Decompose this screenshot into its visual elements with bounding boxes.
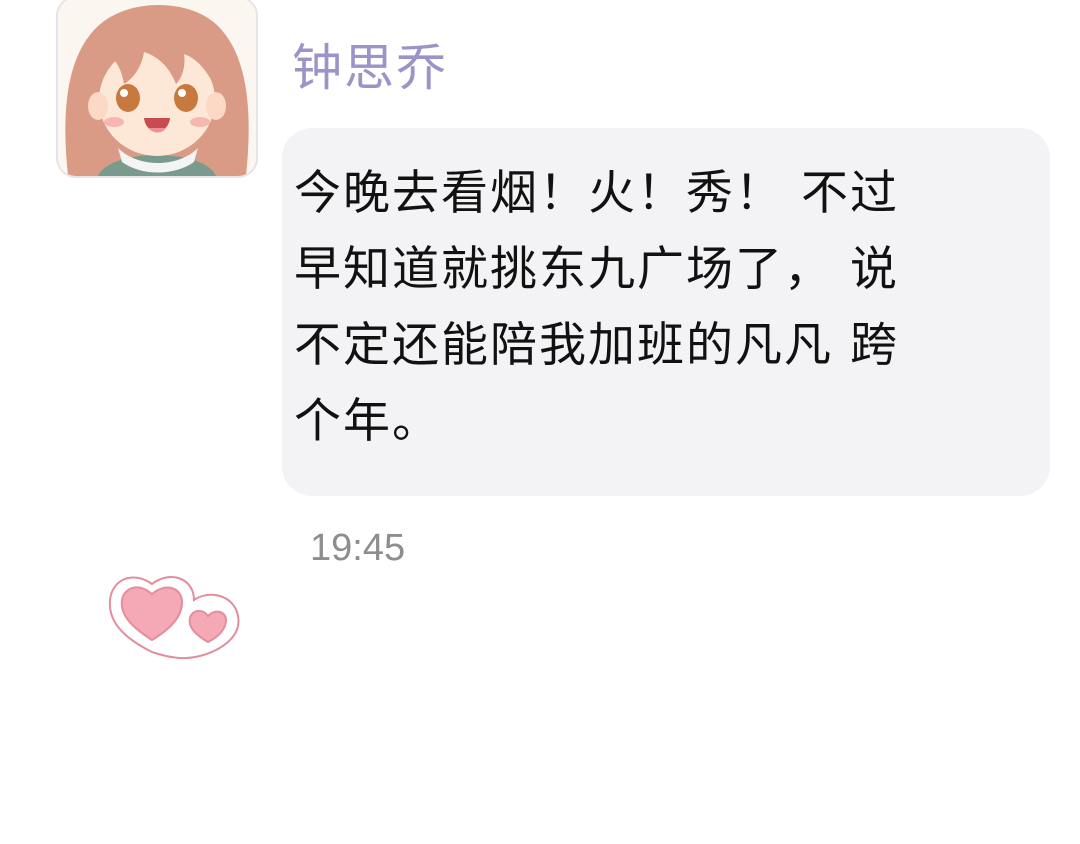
message-bubble[interactable]: 今晚去看烟！火！秀！ 不过 早知道就挑东九广场了， 说 不定还能陪我加班的凡凡 … (282, 128, 1050, 496)
message-timestamp: 19:45 (310, 527, 406, 569)
sender-avatar[interactable] (56, 0, 258, 178)
message-line: 不定还能陪我加班的凡凡 跨 (294, 318, 899, 373)
girl-avatar-icon (58, 0, 256, 176)
sender-name: 钟思乔 (292, 39, 448, 97)
message-line: 今晚去看烟！火！秀！ 不过 (294, 166, 899, 221)
message-line: 个年。 (294, 394, 441, 449)
message-text: 今晚去看烟！火！秀！ 不过 早知道就挑东九广场了， 说 不定还能陪我加班的凡凡 … (294, 156, 1006, 460)
message-line: 早知道就挑东九广场了， 说 (294, 242, 899, 297)
hearts-sticker-icon (104, 560, 256, 660)
